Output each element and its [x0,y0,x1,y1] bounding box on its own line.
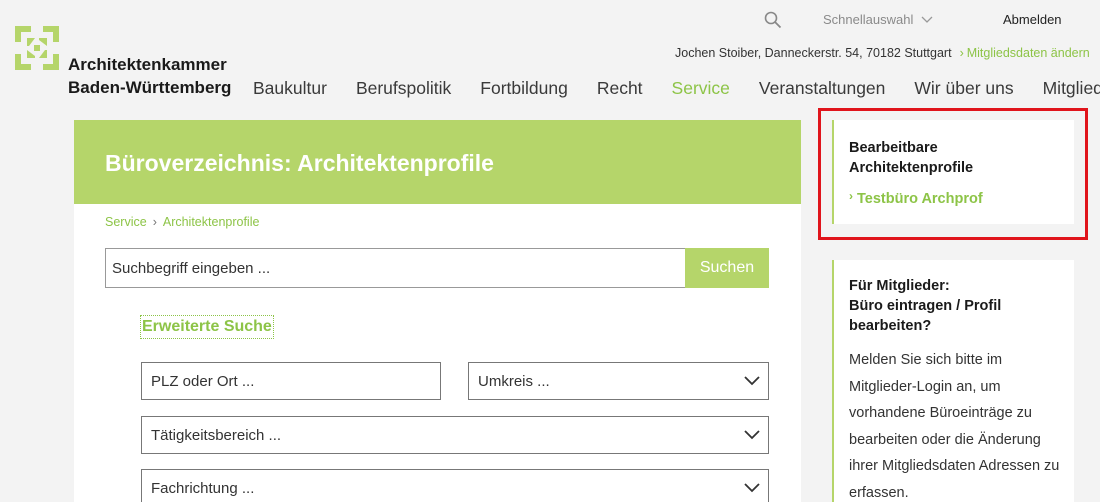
advanced-search-link[interactable]: Erweiterte Suche [140,315,274,339]
members-title-line-2: Büro eintragen / Profil [849,298,1002,314]
member-address: Jochen Stoiber, Danneckerstr. 54, 70182 … [675,46,952,60]
nav-item-baukultur[interactable]: Baukultur [253,78,327,99]
search-input[interactable] [106,249,685,287]
discipline-label: Fachrichtung ... [151,479,255,497]
search-icon[interactable] [764,11,782,29]
highlight-frame [818,108,1088,240]
breadcrumb-service[interactable]: Service [105,215,147,229]
logout-link[interactable]: Abmelden [1003,12,1062,27]
members-info-title: Für Mitglieder: Büro eintragen / Profil … [849,276,1001,336]
brand-line-1: Architektenkammer [68,55,227,74]
nav-item-service[interactable]: Service [672,78,730,99]
chevron-down-icon [744,430,760,440]
nav-item-recht[interactable]: Recht [597,78,643,99]
members-info-box: Für Mitglieder: Büro eintragen / Profil … [832,260,1074,502]
radius-label: Umkreis ... [478,372,550,390]
breadcrumb: Service › Architektenprofile [105,215,259,229]
location-placeholder: PLZ oder Ort ... [151,372,255,390]
main-navigation: Baukultur Berufspolitik Fortbildung Rech… [253,78,1100,99]
member-info: Jochen Stoiber, Danneckerstr. 54, 70182 … [675,46,1090,60]
members-info-text: Melden Sie sich bitte im Mitglieder-Logi… [849,352,1060,501]
radius-select[interactable]: Umkreis ... [468,362,769,400]
members-title-line-1: Für Mitglieder: [849,278,950,294]
edit-member-data-link[interactable]: Mitgliedsdaten ändern [967,46,1090,60]
arrow-right-icon: › [959,46,964,60]
quick-select-dropdown[interactable]: Schnellauswahl [823,12,933,27]
brand-line-2: Baden-Württemberg [68,78,232,97]
nav-item-berufspolitik[interactable]: Berufspolitik [356,78,451,99]
search-button[interactable]: Suchen [685,248,769,288]
quick-select-label: Schnellauswahl [823,12,914,27]
logo-icon[interactable] [15,26,59,70]
discipline-select[interactable]: Fachrichtung ... [141,469,769,502]
page-banner: Büroverzeichnis: Architektenprofile [74,120,801,204]
main-content: Büroverzeichnis: Architektenprofile Serv… [74,120,801,502]
activity-label: Tätigkeitsbereich ... [151,426,282,444]
members-title-line-3: bearbeiten? [849,318,932,334]
activity-select[interactable]: Tätigkeitsbereich ... [141,416,769,454]
page-title: Büroverzeichnis: Architektenprofile [105,150,494,176]
nav-item-mitgliedschaft[interactable]: Mitgliedschaft [1043,78,1100,99]
brand-name[interactable]: Architektenkammer Baden-Württemberg [68,53,231,99]
chevron-down-icon [744,376,760,386]
chevron-down-icon [744,483,760,493]
nav-item-fortbildung[interactable]: Fortbildung [480,78,568,99]
breadcrumb-architektenprofile[interactable]: Architektenprofile [163,215,260,229]
nav-item-veranstaltungen[interactable]: Veranstaltungen [759,78,886,99]
nav-item-wir-ueber-uns[interactable]: Wir über uns [914,78,1013,99]
search-field [105,248,686,288]
chevron-down-icon [921,16,933,23]
breadcrumb-separator: › [152,215,157,229]
location-input[interactable]: PLZ oder Ort ... [141,362,441,400]
